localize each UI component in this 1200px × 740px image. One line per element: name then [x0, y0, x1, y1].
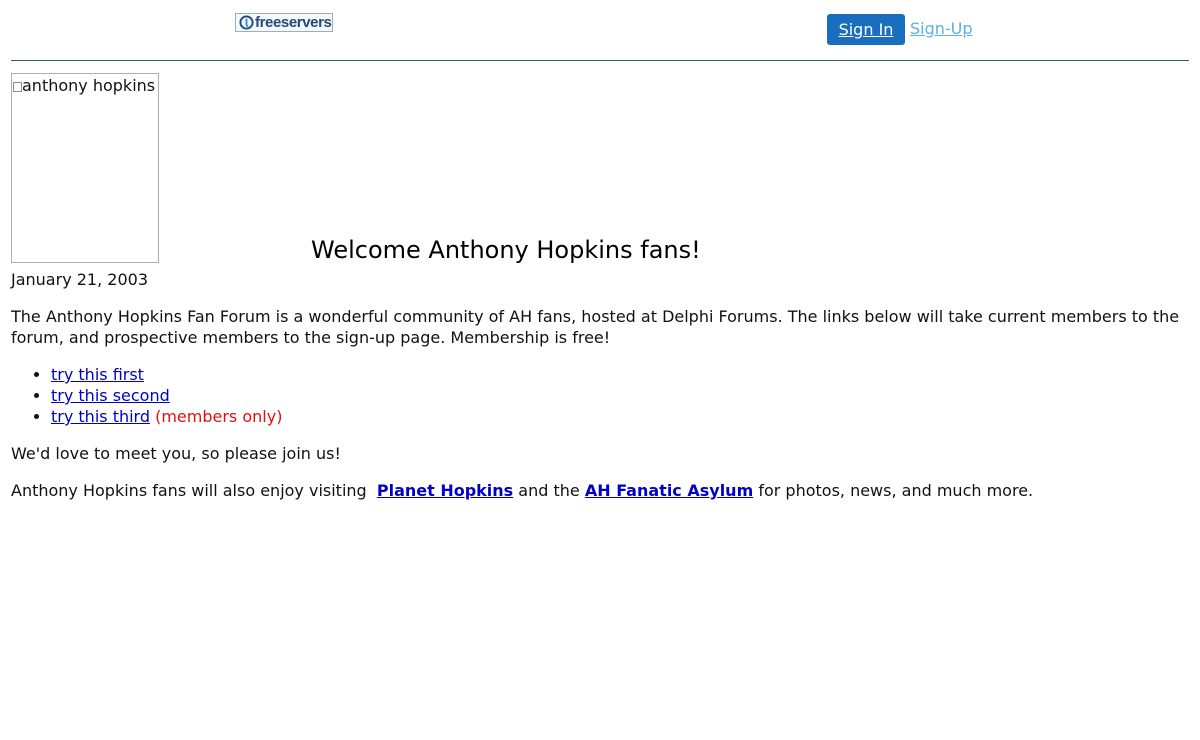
- freeservers-logo-icon: [239, 15, 254, 30]
- top-bar: freeservers Sign In Sign-Up: [11, 0, 1189, 61]
- post-date: January 21, 2003: [11, 270, 148, 289]
- broken-image-icon: [13, 82, 22, 92]
- join-invitation: We'd love to meet you, so please join us…: [11, 444, 341, 463]
- sign-in-button[interactable]: Sign In: [827, 14, 905, 45]
- page-title: Welcome Anthony Hopkins fans!: [311, 236, 701, 264]
- list-item: try this second: [51, 385, 1191, 406]
- related-suffix: for photos, news, and much more.: [758, 481, 1034, 500]
- main-content: anthony hopkins Welcome Anthony Hopkins …: [11, 73, 1191, 501]
- intro-paragraph: The Anthony Hopkins Fan Forum is a wonde…: [11, 307, 1180, 347]
- anthony-hopkins-image: anthony hopkins: [11, 73, 159, 263]
- related-sites-paragraph: Anthony Hopkins fans will also enjoy vis…: [11, 480, 1191, 501]
- ah-fanatic-asylum-link[interactable]: AH Fanatic Asylum: [585, 481, 753, 500]
- forum-link-first[interactable]: try this first: [51, 365, 144, 384]
- sign-up-link[interactable]: Sign-Up: [910, 19, 973, 38]
- freeservers-logo[interactable]: freeservers: [235, 13, 333, 32]
- forum-link-second[interactable]: try this second: [51, 386, 170, 405]
- list-item: try this first: [51, 364, 1191, 385]
- related-prefix: Anthony Hopkins fans will also enjoy vis…: [11, 481, 367, 500]
- header-row: anthony hopkins Welcome Anthony Hopkins …: [11, 73, 1191, 263]
- logo-text: freeservers: [255, 14, 332, 31]
- list-item: try this third (members only): [51, 406, 1191, 427]
- forum-link-list: try this first try this second try this …: [11, 364, 1191, 427]
- members-only-note: (members only): [155, 407, 283, 426]
- image-alt-text: anthony hopkins: [22, 76, 156, 95]
- related-middle: and the: [518, 481, 580, 500]
- planet-hopkins-link[interactable]: Planet Hopkins: [377, 481, 513, 500]
- forum-link-third[interactable]: try this third: [51, 407, 150, 426]
